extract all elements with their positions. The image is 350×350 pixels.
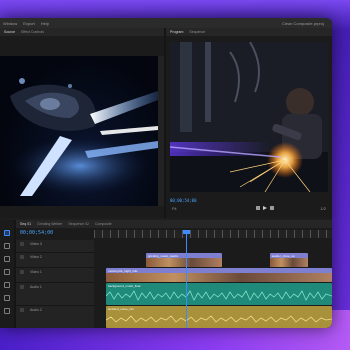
source-tabs: Source Effect Controls [0, 28, 164, 36]
video-editor-window: Window Export Help Clean Composite.prpro… [0, 18, 332, 328]
source-video-frame[interactable] [0, 56, 158, 206]
track-label: Video 3 [30, 242, 42, 246]
pen-tool-icon[interactable] [4, 295, 10, 301]
play-icon[interactable] [263, 206, 267, 210]
track-header-audio-2[interactable]: Audio 2 [16, 306, 94, 328]
motorcycle-light-trails-image [10, 78, 158, 196]
monitor-area: Source Effect Controls Program Sequence … [0, 28, 332, 218]
transport-controls [256, 206, 274, 210]
track-label: Audio 1 [30, 285, 42, 289]
track-header-video-2[interactable]: Video 2 [16, 253, 94, 268]
program-controls: 00;00;54;00 Fit 1/2 [166, 196, 332, 218]
slip-tool-icon[interactable] [4, 282, 10, 288]
clip-label: welder_close_up [272, 254, 295, 258]
menu-item-window[interactable]: Window [3, 21, 17, 26]
clip-welder-close-up[interactable]: welder_close_up [270, 253, 308, 267]
source-scrollbar[interactable] [158, 56, 164, 206]
program-tabs: Program Sequence [166, 28, 332, 36]
track-label: Video 1 [30, 270, 42, 274]
tab-grinding-welder[interactable]: Grinding Welder [37, 222, 62, 226]
time-ruler[interactable] [94, 230, 332, 238]
step-forward-icon[interactable] [270, 206, 274, 210]
step-back-icon[interactable] [256, 206, 260, 210]
audio-waveform [106, 315, 332, 323]
clip-grinding-metal-sparks[interactable]: grinding_metal_sparks [146, 253, 222, 267]
clip-motorcycle-night-ride[interactable]: motorcycle_night_ride [106, 268, 332, 282]
playhead-line[interactable] [186, 230, 187, 328]
selection-tool-icon[interactable] [4, 230, 10, 236]
editing-area: Seq 01 Grinding Welder Sequence 02 Compo… [0, 220, 332, 328]
menu-item-export[interactable]: Export [23, 21, 35, 26]
track-lock-icon[interactable] [20, 270, 24, 274]
razor-tool-icon[interactable] [4, 269, 10, 275]
timeline-tracks: grinding_metal_sparks welder_close_up mo… [94, 240, 332, 328]
program-scale-dropdown[interactable]: 1/2 [320, 206, 326, 211]
audio-waveform [106, 290, 332, 301]
program-fit-dropdown[interactable]: Fit [172, 206, 176, 211]
clip-thumbnail [106, 273, 332, 282]
welder-sparks-image [170, 42, 328, 192]
tab-effect-controls[interactable]: Effect Controls [21, 30, 44, 34]
menu-item-help[interactable]: Help [41, 21, 49, 26]
track-mute-icon[interactable] [20, 308, 24, 312]
track-label: Audio 2 [30, 308, 42, 312]
clip-ambient-noise[interactable]: ambient_noise_mix [106, 306, 332, 328]
timeline-tabs: Seq 01 Grinding Welder Sequence 02 Compo… [16, 220, 332, 228]
track-lock-icon[interactable] [20, 242, 24, 246]
program-timecode: 00;00;54;00 [170, 198, 197, 203]
program-video-frame[interactable] [170, 42, 328, 192]
track-mute-icon[interactable] [20, 285, 24, 289]
project-title: Clean Composite.prproj [281, 20, 324, 26]
timeline-timecode[interactable]: 00;00;54;00 [20, 230, 53, 236]
clip-thumbnail [270, 258, 308, 267]
program-monitor: Program Sequence 00;00;54;00 Fit 1/2 [166, 28, 332, 218]
tab-program[interactable]: Program [170, 30, 183, 34]
tab-composite[interactable]: Composite [95, 222, 112, 226]
tab-source[interactable]: Source [4, 30, 15, 34]
track-header-video-1[interactable]: Video 1 [16, 268, 94, 283]
source-monitor: Source Effect Controls [0, 28, 164, 218]
clip-label: grinding_metal_sparks [148, 254, 179, 258]
tab-seq-01[interactable]: Seq 01 [20, 222, 31, 226]
track-header-video-3[interactable]: Video 3 [16, 240, 94, 253]
menu-bar: Window Export Help Clean Composite.prpro… [0, 18, 332, 28]
tab-sequence-02[interactable]: Sequence 02 [68, 222, 89, 226]
hand-tool-icon[interactable] [4, 308, 10, 314]
track-select-tool-icon[interactable] [4, 243, 10, 249]
clip-label: motorcycle_night_ride [108, 269, 138, 273]
tools-panel [0, 220, 14, 328]
track-headers: Video 3 Video 2 Video 1 Audio 1 Audio 2 [16, 240, 94, 328]
clip-thumbnail [146, 258, 222, 267]
track-lock-icon[interactable] [20, 255, 24, 259]
timeline-panel: Seq 01 Grinding Welder Sequence 02 Compo… [16, 220, 332, 328]
ripple-edit-tool-icon[interactable] [4, 256, 10, 262]
track-label: Video 2 [30, 255, 42, 259]
clip-background-music[interactable]: background_music_final [106, 283, 332, 305]
track-header-audio-1[interactable]: Audio 1 [16, 283, 94, 306]
tab-sequence[interactable]: Sequence [189, 30, 205, 34]
